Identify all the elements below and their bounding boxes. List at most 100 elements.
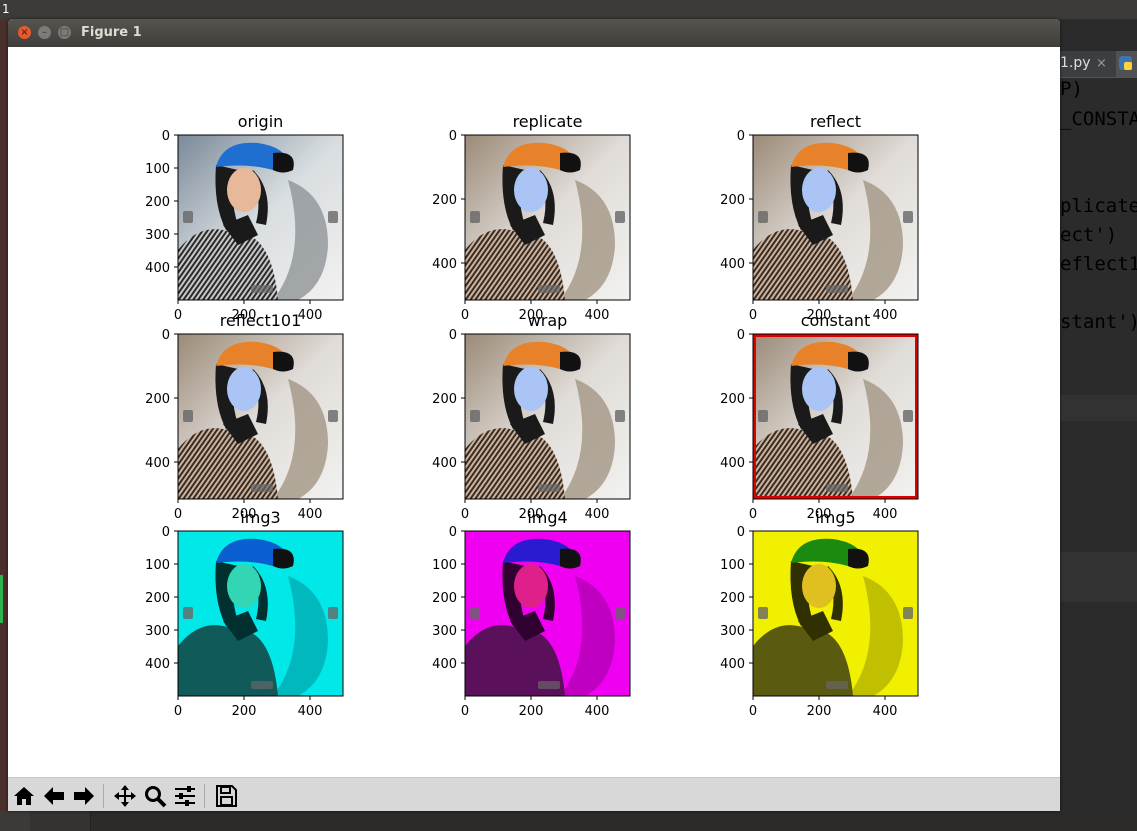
home-button[interactable] xyxy=(10,782,38,810)
sliders-icon xyxy=(175,786,195,806)
window-close-button[interactable]: × xyxy=(18,26,31,39)
window-titlebar[interactable]: × – □ Figure 1 xyxy=(8,19,1060,47)
subplot-image xyxy=(178,334,343,499)
y-tick-label: 200 xyxy=(720,193,745,208)
x-tick-label: 0 xyxy=(174,704,182,719)
y-tick-label: 300 xyxy=(720,624,745,639)
y-tick-label: 0 xyxy=(449,328,457,343)
toolbar-separator xyxy=(204,784,205,808)
window-minimize-button[interactable]: – xyxy=(38,26,51,39)
y-tick-label: 400 xyxy=(432,657,457,672)
x-tick-label: 0 xyxy=(174,507,182,522)
subplot-title: constant xyxy=(801,311,871,330)
subplot-axes[interactable]: reflect02004000 200 400 xyxy=(720,112,919,323)
subplot-image xyxy=(178,531,343,696)
y-tick-label: 0 xyxy=(162,328,170,343)
code-line: stant') xyxy=(1060,311,1137,333)
editor-line-highlight xyxy=(1060,576,1137,602)
x-tick-label: 400 xyxy=(585,704,610,719)
forward-button[interactable] xyxy=(70,782,98,810)
x-tick-label: 0 xyxy=(749,308,757,323)
y-tick-label: 200 xyxy=(145,392,170,407)
subplot-axes[interactable]: img3 0 100 200 300 400 0 200 400 xyxy=(145,508,344,719)
y-tick-label: 0 xyxy=(449,525,457,540)
magnifier-icon xyxy=(145,786,167,808)
x-tick-label: 0 xyxy=(461,507,469,522)
subplot-title: wrap xyxy=(528,311,568,330)
x-tick-label: 200 xyxy=(232,704,257,719)
y-tick-label: 0 xyxy=(449,129,457,144)
arrow-left-icon xyxy=(44,787,64,805)
y-tick-label: 200 xyxy=(145,591,170,606)
y-tick-label: 0 xyxy=(737,525,745,540)
x-tick-label: 400 xyxy=(873,308,898,323)
subplot-axes[interactable]: replicate02004000 200 400 xyxy=(432,112,631,323)
y-tick-label: 100 xyxy=(145,162,170,177)
y-tick-label: 400 xyxy=(720,456,745,471)
close-icon[interactable]: × xyxy=(1096,56,1107,71)
subplot-axes[interactable]: constant02004000 200 400 xyxy=(720,311,919,522)
save-button[interactable] xyxy=(212,782,240,810)
subplot-axes[interactable]: img4 0 100 200 300 400 0 200 400 xyxy=(432,508,631,719)
y-tick-label: 300 xyxy=(145,624,170,639)
y-tick-label: 400 xyxy=(720,657,745,672)
x-tick-label: 400 xyxy=(585,308,610,323)
y-tick-label: 200 xyxy=(720,392,745,407)
x-tick-label: 400 xyxy=(873,704,898,719)
desktop-top-panel: 1 xyxy=(0,0,1137,19)
window-title: Figure 1 xyxy=(81,25,142,40)
toolbar-separator xyxy=(103,784,104,808)
figure-canvas[interactable]: origin 0 100 200 300 400 0 200 400 replicate 0 200 4… xyxy=(8,47,1060,777)
y-tick-label: 200 xyxy=(432,591,457,606)
subplot-grid: origin 0 100 200 300 400 0 200 400 replicate 0 200 4… xyxy=(145,112,919,719)
y-tick-label: 200 xyxy=(432,193,457,208)
x-tick-label: 400 xyxy=(298,704,323,719)
subplot-axes[interactable]: img5 0 100 200 300 400 0 200 400 xyxy=(720,508,919,719)
x-tick-label: 0 xyxy=(461,308,469,323)
editor-tab-label[interactable]: 1.py xyxy=(1060,55,1091,71)
y-tick-label: 0 xyxy=(162,525,170,540)
y-tick-label: 200 xyxy=(720,591,745,606)
arrow-right-icon xyxy=(74,787,94,805)
editor-tab-python[interactable] xyxy=(1116,51,1137,77)
subplot-title: reflect101 xyxy=(220,311,302,330)
desktop-left-edge xyxy=(0,19,8,831)
x-tick-label: 0 xyxy=(461,704,469,719)
y-tick-label: 200 xyxy=(145,195,170,210)
subplot-axes[interactable]: reflect10102004000 200 400 xyxy=(145,311,344,522)
matplotlib-toolbar xyxy=(8,777,1060,811)
back-button[interactable] xyxy=(40,782,68,810)
figure-window: × – □ Figure 1 origin 0 100 200 300 400 … xyxy=(8,19,1060,811)
subplot-title: img4 xyxy=(527,508,567,527)
code-line: _CONSTA xyxy=(1060,108,1137,130)
y-tick-label: 400 xyxy=(432,456,457,471)
code-line: P) xyxy=(1060,78,1083,100)
desktop-bottom-panel xyxy=(0,811,1137,831)
code-line: eflect1 xyxy=(1060,253,1137,275)
subplot-title: replicate xyxy=(513,112,583,131)
y-tick-label: 200 xyxy=(432,392,457,407)
window-maximize-button[interactable]: □ xyxy=(58,26,71,39)
subplots-button[interactable] xyxy=(171,782,199,810)
y-tick-label: 0 xyxy=(737,328,745,343)
code-editor-background: 1.py × P) _CONSTA plicate ect') eflect1 … xyxy=(1060,19,1137,811)
subplot-image xyxy=(753,531,918,696)
subplot-image xyxy=(465,531,630,696)
editor-line-highlight xyxy=(1060,395,1137,421)
x-tick-label: 0 xyxy=(749,507,757,522)
python-file-icon xyxy=(1119,56,1132,70)
subplot-axes[interactable]: origin01002003004000 200 400 xyxy=(145,112,344,323)
subplot-title: img5 xyxy=(815,508,855,527)
x-tick-label: 0 xyxy=(749,704,757,719)
move-icon xyxy=(114,785,136,807)
pan-button[interactable] xyxy=(111,782,139,810)
subplot-image xyxy=(465,334,630,499)
y-tick-label: 400 xyxy=(432,257,457,272)
subplot-axes[interactable]: wrap02004000 200 400 xyxy=(432,311,631,522)
y-tick-label: 0 xyxy=(162,129,170,144)
subplot-title: origin xyxy=(238,112,284,131)
home-icon xyxy=(14,787,34,805)
subplot-image xyxy=(465,135,630,300)
subplot-title: img3 xyxy=(240,508,280,527)
zoom-button[interactable] xyxy=(141,782,169,810)
